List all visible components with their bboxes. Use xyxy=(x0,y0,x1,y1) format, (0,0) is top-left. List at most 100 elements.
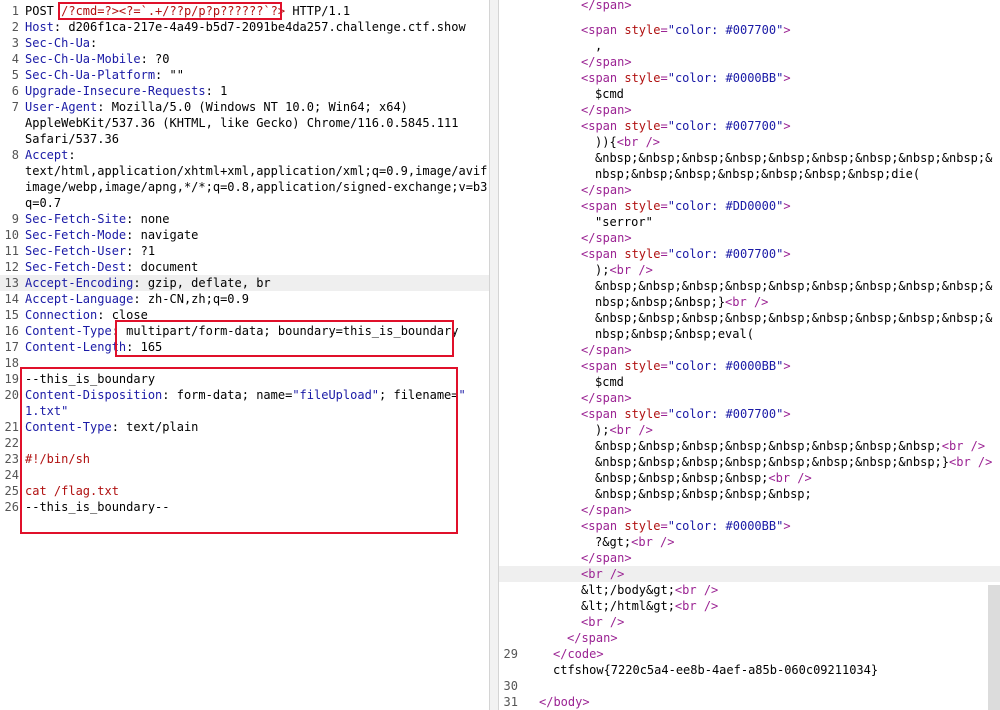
code-token: "color: #007700" xyxy=(667,119,784,133)
code-token: </span> xyxy=(581,391,632,405)
code-line: &nbsp;&nbsp;&nbsp;&nbsp;<br /> xyxy=(499,470,1000,486)
code-token: Sec-Fetch-Mode xyxy=(25,228,127,242)
line-number: 24 xyxy=(4,468,19,482)
line-text: nbsp;&nbsp;&nbsp;&nbsp;&nbsp;&nbsp;&nbsp… xyxy=(595,166,920,182)
code-token: <br /> xyxy=(768,471,812,485)
code-token: : document xyxy=(126,260,199,274)
code-token: "color: #007700" xyxy=(667,247,784,261)
line-text: Sec-Fetch-Site: none xyxy=(25,211,170,227)
line-number: 9 xyxy=(11,212,19,226)
code-token: > xyxy=(783,199,791,213)
code-token: <span xyxy=(581,71,625,85)
line-text: Sec-Fetch-User: ?1 xyxy=(25,243,155,259)
line-text: </span> xyxy=(567,630,618,646)
line-text: <span style="color: #0000BB"> xyxy=(581,518,791,534)
code-token: "color: #007700" xyxy=(667,23,784,37)
line-text: Sec-Fetch-Dest: document xyxy=(25,259,198,275)
code-token: <span xyxy=(581,359,625,373)
code-line: $cmd xyxy=(499,374,1000,390)
code-token: <br /> xyxy=(949,455,993,469)
code-token: <br /> xyxy=(674,583,719,597)
line-number: 12 xyxy=(4,260,19,274)
code-token: Connection xyxy=(25,308,98,322)
code-token: </span> xyxy=(581,103,632,117)
code-token: <br /> xyxy=(674,599,719,613)
code-token: )){ xyxy=(595,135,617,149)
code-line: );<br /> xyxy=(499,262,1000,278)
code-token: q=0.7 xyxy=(25,196,62,210)
line-text: Sec-Ch-Ua-Mobile: ?0 xyxy=(25,51,170,67)
code-line: <span style="color: #DD0000"> xyxy=(499,198,1000,214)
code-token: Accept xyxy=(25,148,69,162)
code-token: </span> xyxy=(581,55,632,69)
code-token: <span xyxy=(581,247,625,261)
response-viewer[interactable]: </span> <span style="color: #007700">, </s… xyxy=(499,0,1000,710)
line-number: 10 xyxy=(4,228,19,242)
line-text: Sec-Ch-Ua-Platform: "" xyxy=(25,67,184,83)
pane-divider[interactable] xyxy=(489,0,499,710)
code-token: HTTP/1.1 xyxy=(285,4,351,18)
code-token: style xyxy=(624,199,661,213)
line-text: &nbsp;&nbsp;&nbsp;&nbsp;&nbsp; xyxy=(595,486,812,502)
line-number: 18 xyxy=(4,356,19,370)
line-number: 16 xyxy=(4,324,19,338)
code-token: image/webp,image/apng,*/*;q=0.8,applicat… xyxy=(25,180,489,194)
code-token: &nbsp;&nbsp;&nbsp;&nbsp; xyxy=(595,471,769,485)
code-token: : ?1 xyxy=(126,244,156,258)
code-line: image/webp,image/apng,*/*;q=0.8,applicat… xyxy=(0,179,489,195)
line-number: 11 xyxy=(4,244,19,258)
code-token: : zh-CN,zh;q=0.9 xyxy=(133,292,249,306)
line-number: 14 xyxy=(4,292,19,306)
code-token: <span xyxy=(581,119,625,133)
line-number: 19 xyxy=(4,372,19,386)
code-token: > xyxy=(783,247,791,261)
highlight-box-content-type xyxy=(115,320,454,357)
code-token: : d206f1ca-217e-4a49-b5d7-2091be4da257.c… xyxy=(53,20,466,34)
code-line: &nbsp;&nbsp;&nbsp;&nbsp;&nbsp;&nbsp;&nbs… xyxy=(499,150,1000,166)
code-line: <br /> xyxy=(499,614,1000,630)
line-text: );<br /> xyxy=(595,262,653,278)
code-line: <span style="color: #007700"> xyxy=(499,246,1000,262)
line-number: 2 xyxy=(11,20,19,34)
code-token: > xyxy=(783,519,791,533)
code-line: 5 Sec-Ch-Ua-Platform: "" xyxy=(0,67,489,83)
code-token: Sec-Ch-Ua-Mobile xyxy=(25,52,141,66)
line-text: &nbsp;&nbsp;&nbsp;&nbsp;&nbsp;&nbsp;&nbs… xyxy=(595,150,992,166)
code-token: <br /> xyxy=(941,439,986,453)
code-line: <span style="color: #007700"> xyxy=(499,118,1000,134)
code-token: : xyxy=(68,148,76,162)
line-text: <span style="color: #0000BB"> xyxy=(581,70,791,86)
code-token: Accept-Encoding xyxy=(25,276,134,290)
code-token: </span> xyxy=(581,503,632,517)
code-token: ctfshow{7220c5a4-ee8b-4aef-a85b-060c0921… xyxy=(553,663,879,677)
code-line: </span> xyxy=(499,502,1000,518)
line-text: &lt;/html&gt;<br /> xyxy=(581,598,718,614)
code-token: POST xyxy=(25,4,62,18)
code-token: &nbsp;&nbsp;&nbsp;&nbsp;&nbsp;&nbsp;&nbs… xyxy=(595,279,993,293)
line-text: ?&gt;<br /> xyxy=(595,534,674,550)
line-number: 15 xyxy=(4,308,19,322)
code-token: style xyxy=(624,359,661,373)
code-token: "serror" xyxy=(595,215,653,229)
code-token: <br /> xyxy=(581,567,625,581)
line-number: 31 xyxy=(503,695,518,709)
line-text: Accept: xyxy=(25,147,76,163)
code-line: AppleWebKit/537.36 (KHTML, like Gecko) C… xyxy=(0,115,489,131)
line-text: </span> xyxy=(581,54,632,70)
code-line: 8 Accept: xyxy=(0,147,489,163)
code-token: &nbsp;&nbsp;&nbsp;&nbsp;&nbsp;&nbsp;&nbs… xyxy=(595,439,942,453)
code-token: Accept-Language xyxy=(25,292,134,306)
code-token: &nbsp;&nbsp;&nbsp;&nbsp;&nbsp;&nbsp;&nbs… xyxy=(595,151,993,165)
code-token: = xyxy=(660,23,668,37)
code-token: <span xyxy=(581,519,625,533)
code-line: 29 </code> xyxy=(499,646,1000,662)
line-text: </span> xyxy=(581,342,632,358)
line-text: Accept-Encoding: gzip, deflate, br xyxy=(25,275,271,291)
line-text: &nbsp;&nbsp;&nbsp;&nbsp;<br /> xyxy=(595,470,812,486)
line-number: 29 xyxy=(503,647,518,661)
code-token: style xyxy=(624,71,661,85)
code-token: = xyxy=(660,71,668,85)
line-text: </span> xyxy=(581,502,632,518)
code-line: ctfshow{7220c5a4-ee8b-4aef-a85b-060c0921… xyxy=(499,662,1000,678)
code-line: nbsp;&nbsp;&nbsp;&nbsp;&nbsp;&nbsp;&nbsp… xyxy=(499,166,1000,182)
